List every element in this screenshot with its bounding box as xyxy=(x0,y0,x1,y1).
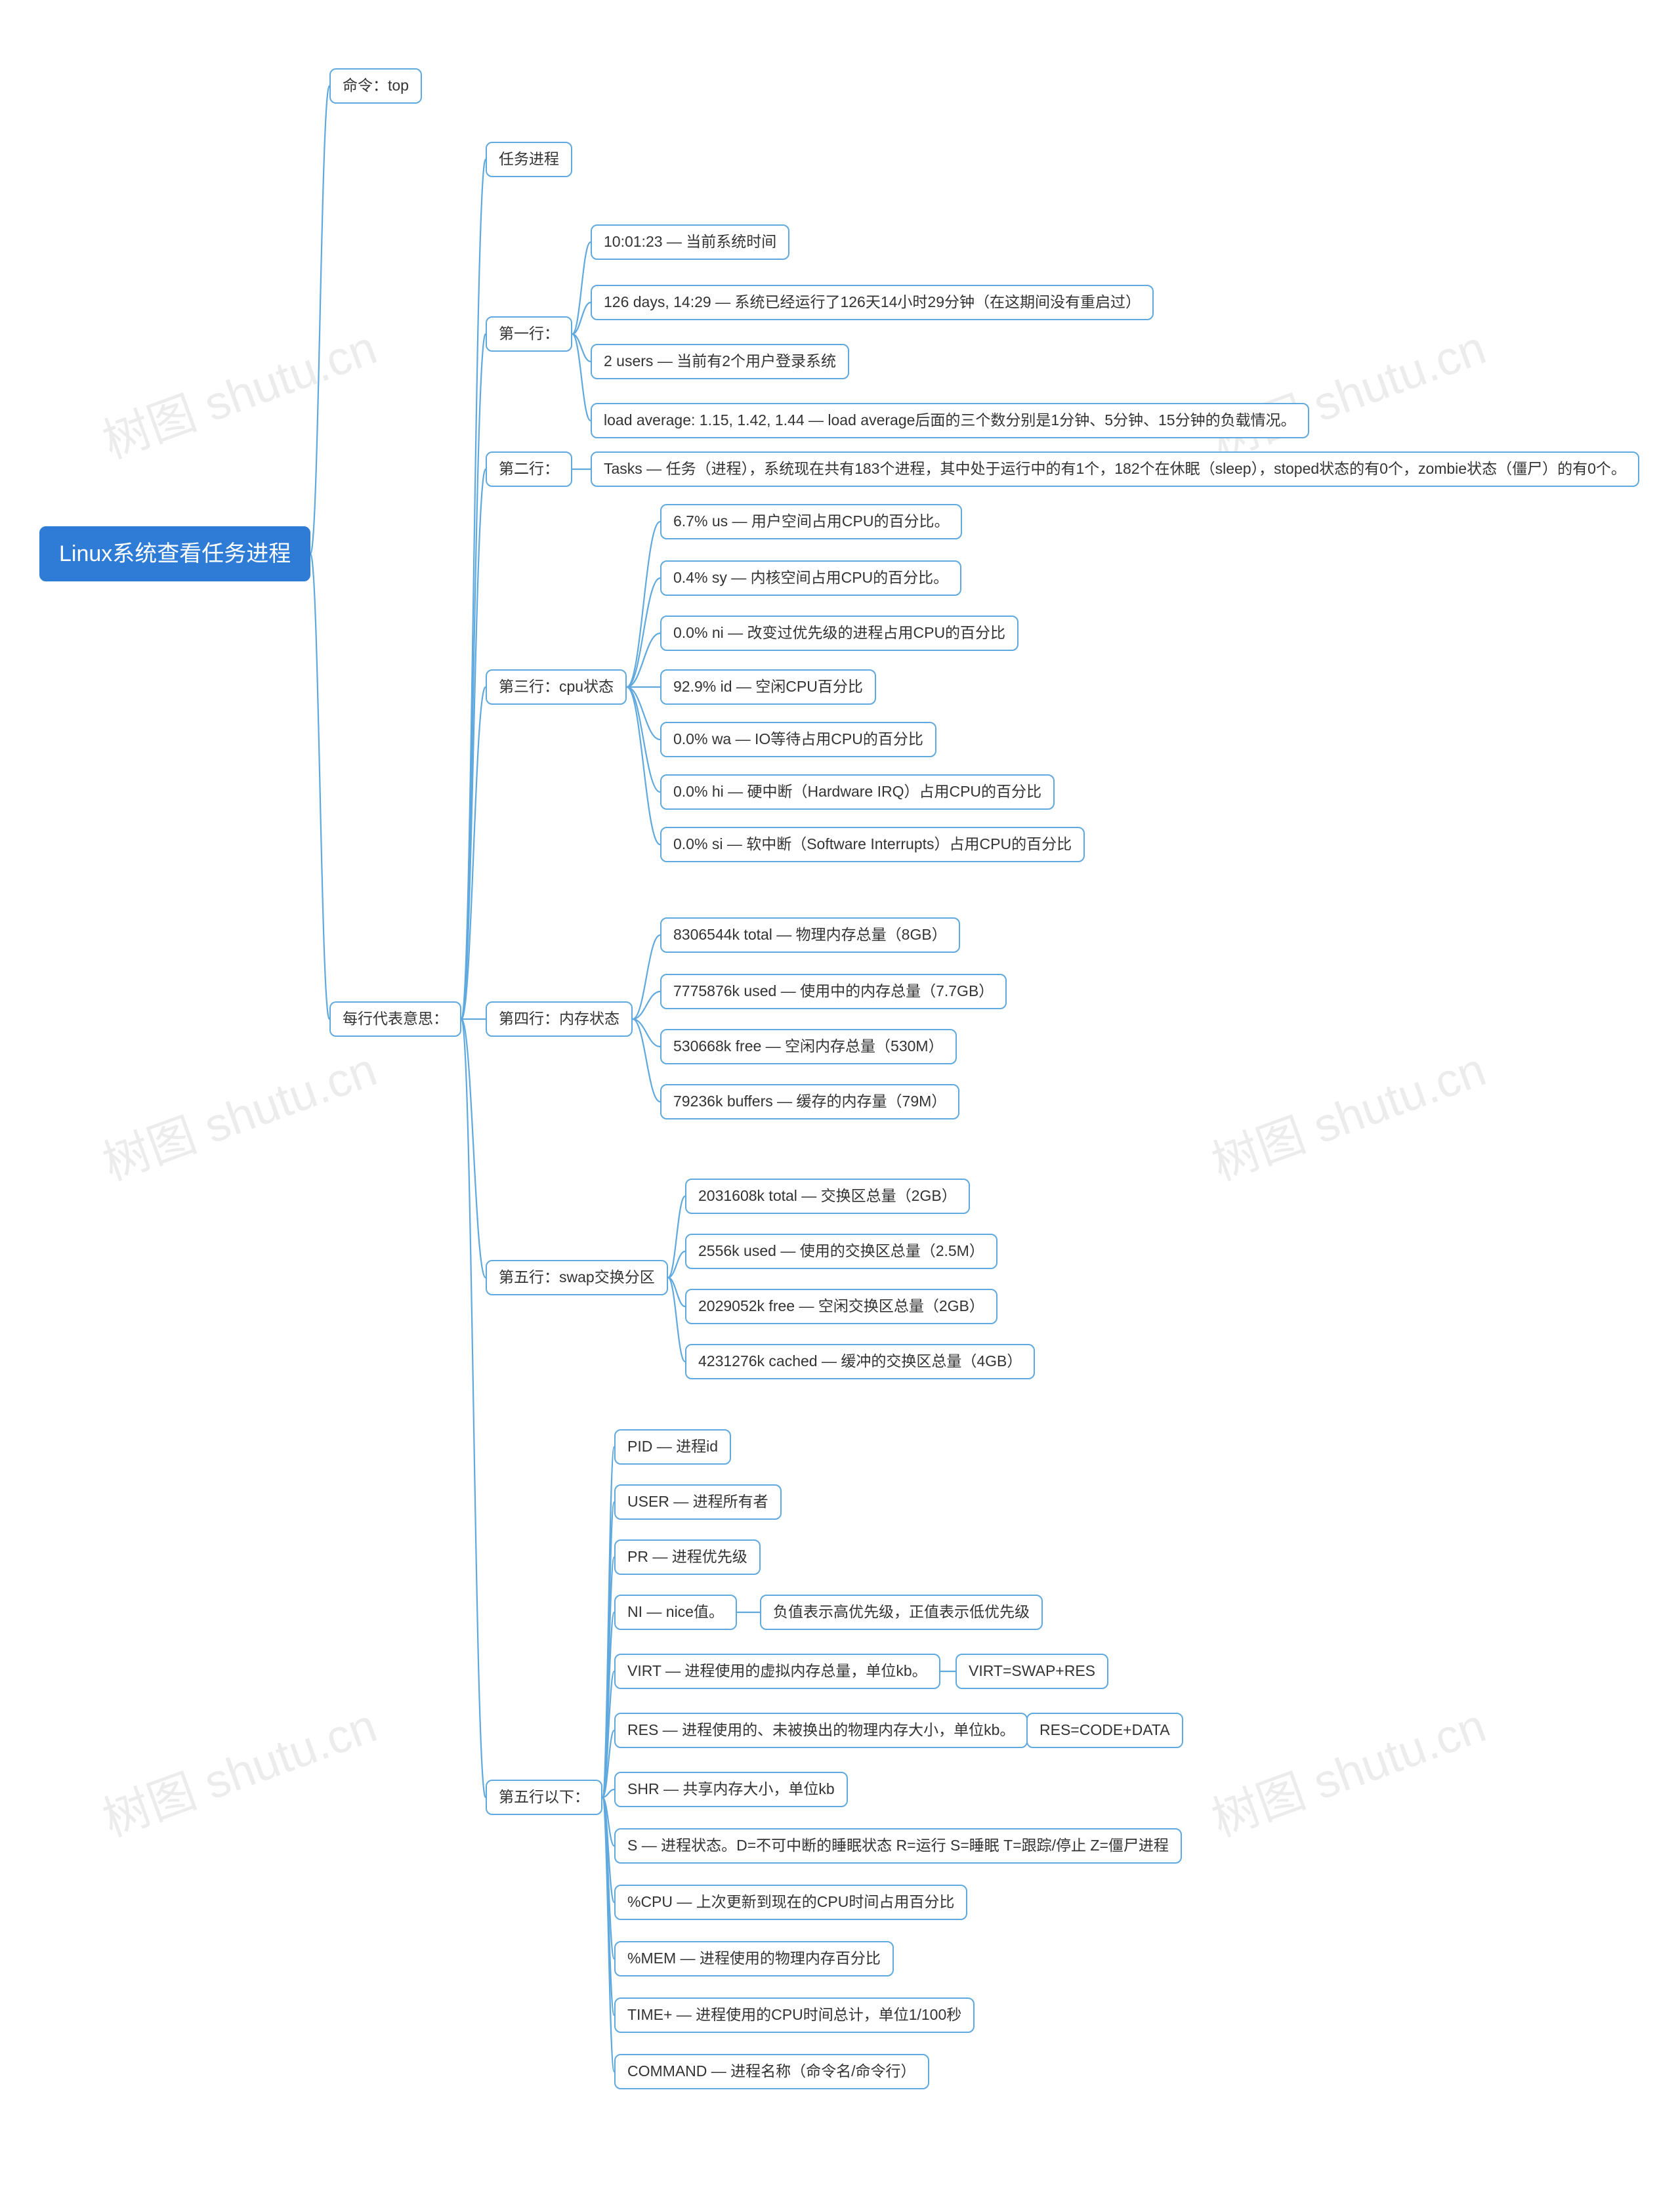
leaf-row5-total[interactable]: 2031608k total — 交换区总量（2GB） xyxy=(685,1179,970,1214)
leaf-row6-cpu[interactable]: %CPU — 上次更新到现在的CPU时间占用百分比 xyxy=(614,1885,967,1920)
node-row3[interactable]: 第三行：cpu状态 xyxy=(486,669,627,705)
leaf-row5-cached[interactable]: 4231276k cached — 缓冲的交换区总量（4GB） xyxy=(685,1344,1035,1379)
node-row1[interactable]: 第一行： xyxy=(486,316,572,352)
watermark: 树图 shutu.cn xyxy=(92,1031,385,1194)
leaf-row6-ni[interactable]: NI — nice值。 xyxy=(614,1595,737,1630)
watermark: 树图 shutu.cn xyxy=(1201,1031,1494,1194)
leaf-row3-hi[interactable]: 0.0% hi — 硬中断（Hardware IRQ）占用CPU的百分比 xyxy=(660,774,1055,810)
watermark: 树图 shutu.cn xyxy=(1201,1687,1494,1850)
leaf-row2-tasks[interactable]: Tasks — 任务（进程），系统现在共有183个进程，其中处于运行中的有1个，… xyxy=(591,451,1639,487)
leaf-row6-user[interactable]: USER — 进程所有者 xyxy=(614,1484,782,1520)
node-row4[interactable]: 第四行：内存状态 xyxy=(486,1001,633,1037)
leaf-row3-id[interactable]: 92.9% id — 空闲CPU百分比 xyxy=(660,669,876,705)
leaf-row4-free[interactable]: 530668k free — 空闲内存总量（530M） xyxy=(660,1029,957,1064)
leaf-row6-s[interactable]: S — 进程状态。D=不可中断的睡眠状态 R=运行 S=睡眠 T=跟踪/停止 Z… xyxy=(614,1828,1182,1864)
leaf-row4-buffers[interactable]: 79236k buffers — 缓存的内存量（79M） xyxy=(660,1084,959,1119)
leaf-row4-used[interactable]: 7775876k used — 使用中的内存总量（7.7GB） xyxy=(660,974,1007,1009)
leaf-row6-command[interactable]: COMMAND — 进程名称（命令名/命令行） xyxy=(614,2054,929,2089)
leaf-row3-si[interactable]: 0.0% si — 软中断（Software Interrupts）占用CPU的… xyxy=(660,827,1085,862)
leaf-row3-sy[interactable]: 0.4% sy — 内核空间占用CPU的百分比。 xyxy=(660,560,961,596)
node-tasks-progress[interactable]: 任务进程 xyxy=(486,142,572,177)
leaf-row6-mem[interactable]: %MEM — 进程使用的物理内存百分比 xyxy=(614,1941,894,1976)
leaf-row6-pr[interactable]: PR — 进程优先级 xyxy=(614,1539,761,1575)
watermark: 树图 shutu.cn xyxy=(92,309,385,472)
leaf-row6-res-note[interactable]: RES=CODE+DATA xyxy=(1026,1713,1183,1748)
leaf-row1-users[interactable]: 2 users — 当前有2个用户登录系统 xyxy=(591,344,849,379)
leaf-row6-virt-note[interactable]: VIRT=SWAP+RES xyxy=(956,1654,1108,1689)
leaf-row1-uptime[interactable]: 126 days, 14:29 — 系统已经运行了126天14小时29分钟（在这… xyxy=(591,285,1154,320)
leaf-row6-time[interactable]: TIME+ — 进程使用的CPU时间总计，单位1/100秒 xyxy=(614,1997,975,2033)
leaf-row5-used[interactable]: 2556k used — 使用的交换区总量（2.5M） xyxy=(685,1234,998,1269)
node-cmd[interactable]: 命令：top xyxy=(329,68,422,104)
watermark: 树图 shutu.cn xyxy=(1201,309,1494,472)
node-row2[interactable]: 第二行： xyxy=(486,451,572,487)
leaf-row6-pid[interactable]: PID — 进程id xyxy=(614,1429,731,1465)
leaf-row6-res[interactable]: RES — 进程使用的、未被换出的物理内存大小，单位kb。 xyxy=(614,1713,1028,1748)
leaf-row1-load[interactable]: load average: 1.15, 1.42, 1.44 — load av… xyxy=(591,403,1309,438)
leaf-row6-virt[interactable]: VIRT — 进程使用的虚拟内存总量，单位kb。 xyxy=(614,1654,940,1689)
watermark: 树图 shutu.cn xyxy=(92,1687,385,1850)
root-node[interactable]: Linux系统查看任务进程 xyxy=(39,526,310,581)
leaf-row1-time[interactable]: 10:01:23 — 当前系统时间 xyxy=(591,224,789,260)
leaf-row6-ni-note[interactable]: 负值表示高优先级，正值表示低优先级 xyxy=(760,1595,1043,1630)
leaf-row3-us[interactable]: 6.7% us — 用户空间占用CPU的百分比。 xyxy=(660,504,962,539)
node-meaning[interactable]: 每行代表意思： xyxy=(329,1001,461,1037)
leaf-row3-ni[interactable]: 0.0% ni — 改变过优先级的进程占用CPU的百分比 xyxy=(660,616,1018,651)
node-row5[interactable]: 第五行：swap交换分区 xyxy=(486,1260,668,1295)
leaf-row5-free[interactable]: 2029052k free — 空闲交换区总量（2GB） xyxy=(685,1289,998,1324)
leaf-row3-wa[interactable]: 0.0% wa — IO等待占用CPU的百分比 xyxy=(660,722,936,757)
leaf-row6-shr[interactable]: SHR — 共享内存大小，单位kb xyxy=(614,1772,848,1807)
node-row6[interactable]: 第五行以下： xyxy=(486,1780,602,1815)
leaf-row4-total[interactable]: 8306544k total — 物理内存总量（8GB） xyxy=(660,917,960,953)
